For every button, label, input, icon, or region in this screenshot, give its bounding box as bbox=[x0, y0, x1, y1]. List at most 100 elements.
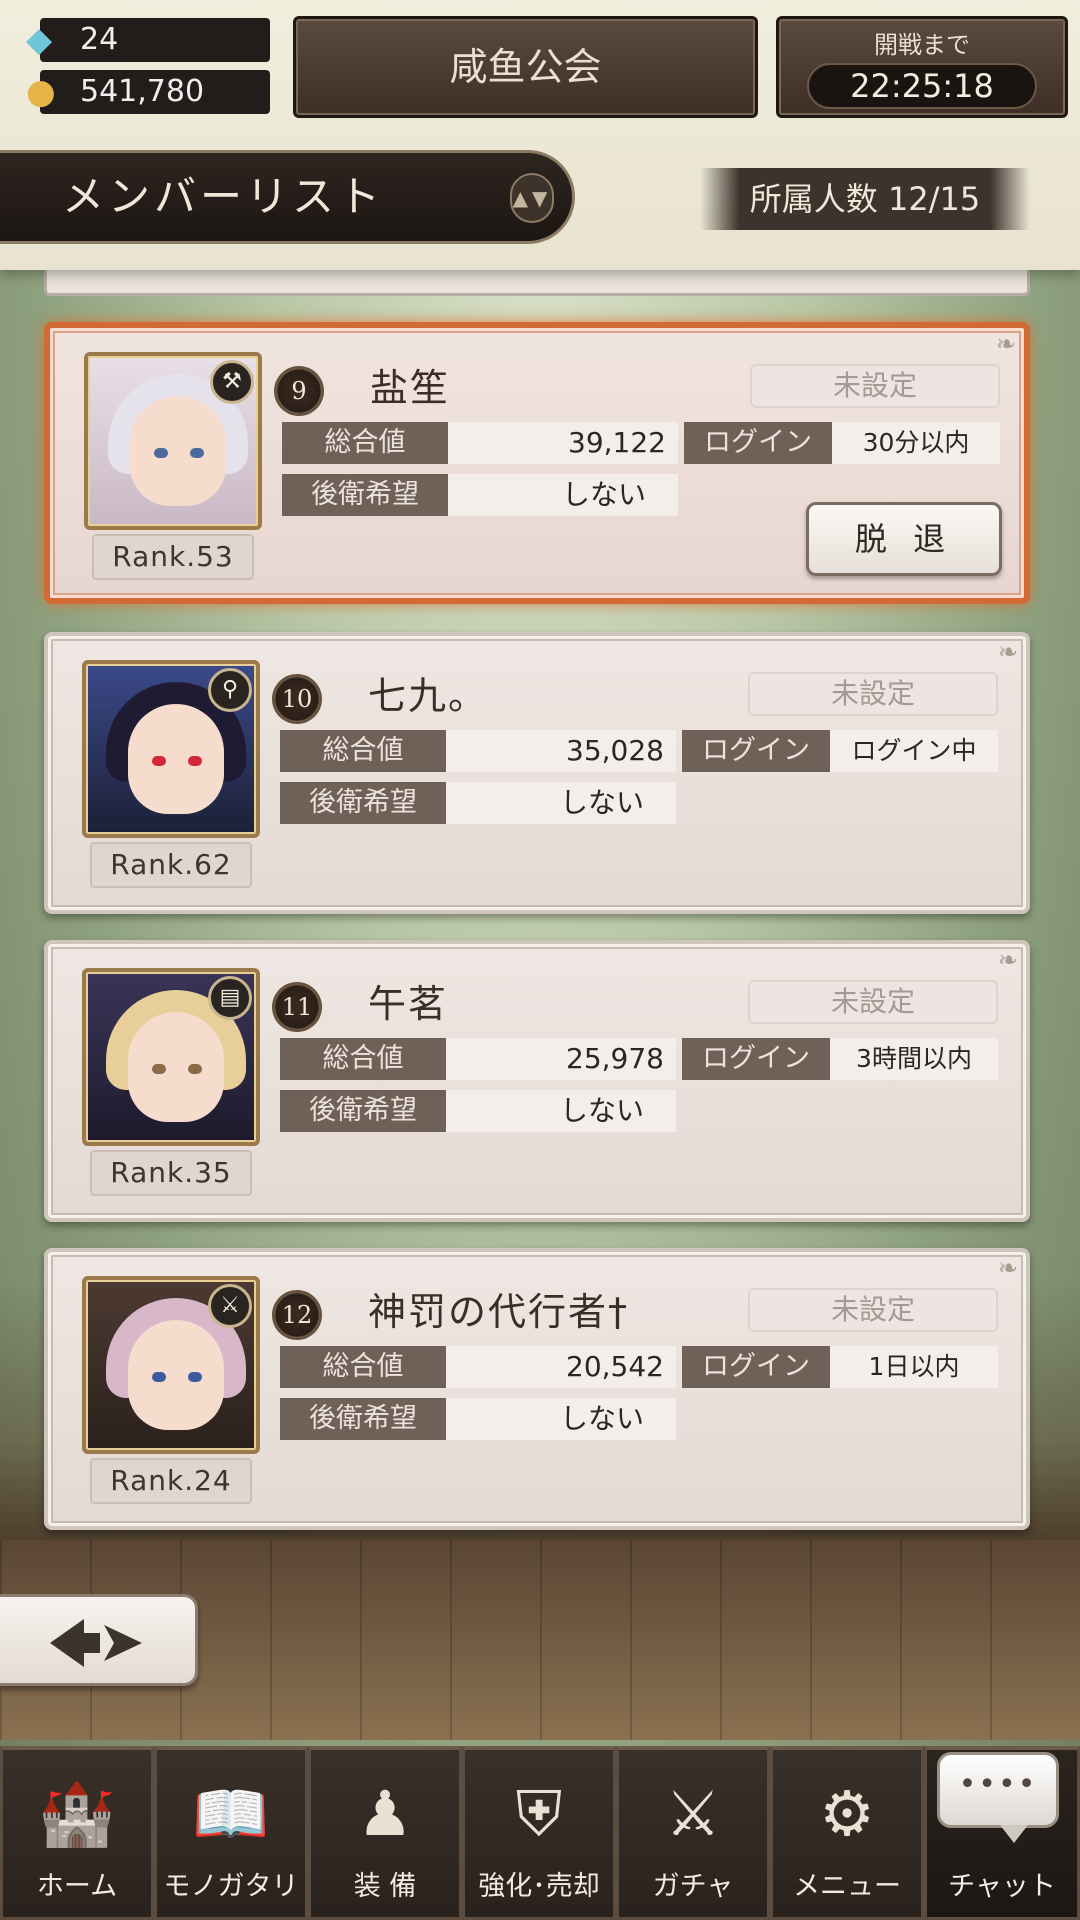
login-label: ログイン bbox=[684, 422, 832, 464]
login-label: ログイン bbox=[682, 1346, 830, 1388]
member-name: 七九。 bbox=[368, 674, 489, 718]
rear-guard-label: 後衛希望 bbox=[280, 782, 446, 824]
member-rank: Rank.53 bbox=[92, 534, 254, 580]
order-medal: 9 bbox=[274, 356, 324, 418]
login-label: ログイン bbox=[682, 730, 830, 772]
timer-label: 開戦まで bbox=[874, 31, 970, 59]
total-power-label: 総合値 bbox=[280, 1038, 446, 1080]
member-card[interactable]: ⚒ Rank.53 9 盐笙 未設定 総合値 39,122 後衛希望 しない ロ… bbox=[44, 322, 1030, 604]
nav-gacha[interactable]: ⚔ ガチャ bbox=[616, 1746, 770, 1920]
gold-count: 541,780 bbox=[80, 74, 205, 109]
member-name: 神罚の代行者† bbox=[368, 1290, 630, 1334]
order-medal: 11 bbox=[272, 972, 322, 1034]
rear-guard-value: しない bbox=[446, 1090, 676, 1132]
header: ◆ 24 ● 541,780 咸鱼公会 開戦まで 22:25:18 メンバーリス… bbox=[0, 0, 1080, 270]
total-power-value: 39,122 bbox=[448, 422, 678, 464]
rear-guard-value: しない bbox=[446, 1398, 676, 1440]
gold-counter: ● 541,780 bbox=[26, 70, 270, 114]
login-value: 3時間以内 bbox=[830, 1038, 998, 1080]
member-status: 未設定 bbox=[748, 1288, 998, 1332]
member-portrait[interactable]: ▤ bbox=[82, 968, 260, 1146]
portrait-eye bbox=[152, 1064, 166, 1074]
corner-ornament-icon: ❧ bbox=[997, 1254, 1018, 1282]
nav-menu-label: メニュー bbox=[793, 1871, 901, 1902]
back-arrow-icon bbox=[50, 1619, 142, 1667]
sort-toggle-icon[interactable]: ▲▼ bbox=[510, 173, 554, 223]
portrait-eye bbox=[152, 1372, 166, 1382]
member-rank: Rank.35 bbox=[90, 1150, 252, 1196]
member-card[interactable]: ▤ Rank.35 11 午茗 未設定 総合値 25,978 後衛希望 しない … bbox=[44, 940, 1030, 1222]
member-status: 未設定 bbox=[750, 364, 1000, 408]
login-value: ログイン中 bbox=[830, 730, 998, 772]
total-power-label: 総合値 bbox=[280, 730, 446, 772]
member-list-title-text: メンバーリスト bbox=[62, 172, 385, 221]
portrait-face bbox=[130, 396, 226, 506]
order-medal: 12 bbox=[272, 1280, 322, 1342]
castle-icon: 🏰 bbox=[38, 1777, 116, 1850]
guild-name-button[interactable]: 咸鱼公会 bbox=[293, 16, 758, 118]
total-power-label: 総合値 bbox=[282, 422, 448, 464]
member-name: 午茗 bbox=[368, 982, 449, 1026]
corner-ornament-icon: ❧ bbox=[997, 638, 1018, 666]
coin-icon: ● bbox=[26, 72, 56, 112]
corner-ornament-icon: ❧ bbox=[995, 330, 1016, 358]
member-name: 盐笙 bbox=[370, 366, 451, 410]
gem-icon: ◆ bbox=[26, 20, 53, 60]
portrait-eye bbox=[188, 1372, 202, 1382]
book-icon: 📖 bbox=[192, 1777, 270, 1850]
rear-guard-value: しない bbox=[448, 474, 678, 516]
nav-chat[interactable]: •••• チャット bbox=[924, 1746, 1080, 1920]
shield-icon: ⛨ bbox=[515, 1777, 563, 1850]
back-button[interactable] bbox=[0, 1594, 198, 1686]
member-card[interactable]: ⚔ Rank.24 12 神罚の代行者† 未設定 総合値 20,542 後衛希望… bbox=[44, 1248, 1030, 1530]
nav-equipment-label: 装 備 bbox=[353, 1871, 417, 1902]
sword-icon: ⚔ bbox=[208, 1284, 252, 1328]
chat-bubble-icon: •••• bbox=[937, 1752, 1059, 1843]
member-list[interactable]: ⚒ Rank.53 9 盐笙 未設定 総合値 39,122 後衛希望 しない ロ… bbox=[0, 260, 1080, 1540]
member-count: 所属人数 12/15 bbox=[700, 168, 1030, 230]
member-card[interactable]: ⚲ Rank.62 10 七九。 未設定 総合値 35,028 後衛希望 しない… bbox=[44, 632, 1030, 914]
nav-equipment[interactable]: ♟ 装 備 bbox=[308, 1746, 462, 1920]
member-order-number: 11 bbox=[272, 982, 322, 1032]
member-order-number: 12 bbox=[272, 1290, 322, 1340]
member-portrait[interactable]: ⚒ bbox=[84, 352, 262, 530]
rear-guard-label: 後衛希望 bbox=[280, 1090, 446, 1132]
member-portrait[interactable]: ⚔ bbox=[82, 1276, 260, 1454]
total-power-label: 総合値 bbox=[280, 1346, 446, 1388]
nav-gacha-label: ガチャ bbox=[652, 1871, 734, 1902]
rear-guard-label: 後衛希望 bbox=[282, 474, 448, 516]
member-status: 未設定 bbox=[748, 672, 998, 716]
portrait-face bbox=[128, 704, 224, 814]
member-rank: Rank.24 bbox=[90, 1458, 252, 1504]
timer-value: 22:25:18 bbox=[807, 63, 1037, 109]
portrait-eye bbox=[188, 756, 202, 766]
bottom-nav: 🏰 ホーム 📖 モノガタリ ♟ 装 備 ⛨ 強化･売却 ⚔ ガチャ ⚙ メニュー… bbox=[0, 1746, 1080, 1920]
total-power-value: 35,028 bbox=[446, 730, 676, 772]
total-power-value: 20,542 bbox=[446, 1346, 676, 1388]
gem-count: 24 bbox=[80, 22, 119, 57]
leave-button[interactable]: 脱 退 bbox=[806, 502, 1002, 576]
login-value: 1日以内 bbox=[830, 1346, 998, 1388]
portrait-eye bbox=[152, 756, 166, 766]
member-order-number: 10 bbox=[272, 674, 322, 724]
puppet-icon: ♟ bbox=[357, 1777, 413, 1850]
nav-enhance-label: 強化･売却 bbox=[478, 1871, 600, 1902]
portrait-face bbox=[128, 1320, 224, 1430]
book-icon: ▤ bbox=[208, 976, 252, 1020]
gears-icon: ⚙ bbox=[819, 1777, 875, 1850]
nav-home-label: ホーム bbox=[36, 1871, 118, 1902]
login-label: ログイン bbox=[682, 1038, 830, 1080]
crossed-swords-icon: ⚔ bbox=[665, 1777, 721, 1850]
portrait-face bbox=[128, 1012, 224, 1122]
nav-enhance[interactable]: ⛨ 強化･売却 bbox=[462, 1746, 616, 1920]
member-list-title: メンバーリスト ▲▼ bbox=[0, 150, 575, 244]
login-value: 30分以内 bbox=[832, 422, 1000, 464]
member-portrait[interactable]: ⚲ bbox=[82, 660, 260, 838]
battle-timer: 開戦まで 22:25:18 bbox=[776, 16, 1068, 118]
nav-story-label: モノガタリ bbox=[163, 1871, 299, 1902]
nav-menu[interactable]: ⚙ メニュー bbox=[770, 1746, 924, 1920]
rear-guard-label: 後衛希望 bbox=[280, 1398, 446, 1440]
nav-home[interactable]: 🏰 ホーム bbox=[0, 1746, 154, 1920]
nav-story[interactable]: 📖 モノガタリ bbox=[154, 1746, 308, 1920]
member-rank: Rank.62 bbox=[90, 842, 252, 888]
